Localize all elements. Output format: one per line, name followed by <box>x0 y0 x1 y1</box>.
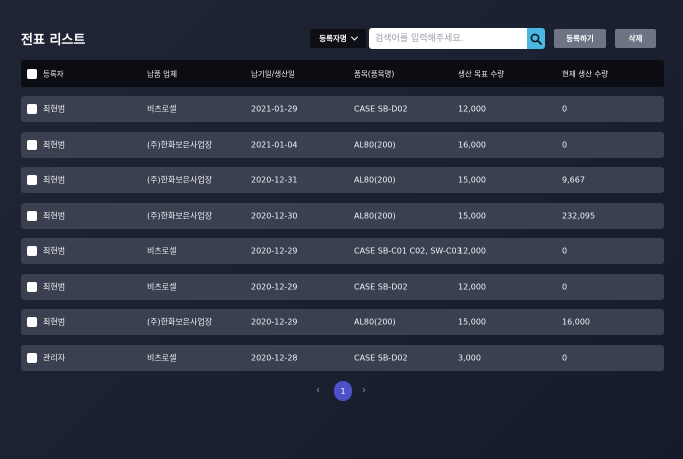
row-checkbox[interactable] <box>27 282 37 292</box>
search-input[interactable] <box>369 28 527 49</box>
column-header-supplier: 납품 업체 <box>147 69 177 78</box>
cell-supplier: 비츠로셀 <box>147 353 177 363</box>
cell-current-qty: 0 <box>562 246 568 256</box>
table-row[interactable]: 관리자 비츠로셀 2020-12-28 CASE SB-D02 3,000 0 <box>21 345 664 371</box>
cell-due-date: 2020-12-31 <box>251 175 298 185</box>
table-row[interactable]: 최현범 비츠로셀 2020-12-29 CASE SB-C01 C02, SW-… <box>21 238 664 264</box>
cell-registrant: 최현범 <box>43 211 66 221</box>
cell-current-qty: 232,095 <box>562 211 596 221</box>
cell-current-qty: 0 <box>562 140 568 150</box>
page-title: 전표 리스트 <box>21 33 86 48</box>
cell-registrant: 최현범 <box>43 140 66 150</box>
pagination: ‹ 1 › <box>0 381 683 401</box>
cell-supplier: (주)한화보은사업장 <box>147 140 213 150</box>
pagination-page-1[interactable]: 1 <box>334 381 352 401</box>
cell-current-qty: 0 <box>562 282 568 292</box>
cell-supplier: (주)한화보은사업장 <box>147 317 213 327</box>
cell-item: CASE SB-C01 C02, SW-C03 <box>354 246 462 256</box>
column-header-current-qty: 현재 생산 수량 <box>562 69 609 78</box>
search-field-select[interactable]: 등록자명 <box>310 29 366 48</box>
cell-supplier: 비츠로셀 <box>147 104 177 114</box>
table-header: 등록자 납품 업체 납기일/생산일 품목(품목명) 생산 목표 수량 현재 생산… <box>21 60 664 87</box>
cell-current-qty: 0 <box>562 353 568 363</box>
cell-due-date: 2021-01-29 <box>251 104 298 114</box>
cell-target-qty: 16,000 <box>458 140 486 150</box>
cell-current-qty: 9,667 <box>562 175 585 185</box>
cell-due-date: 2020-12-29 <box>251 317 298 327</box>
cell-target-qty: 12,000 <box>458 104 486 114</box>
column-header-due-date: 납기일/생산일 <box>251 69 295 78</box>
table-row[interactable]: 최현범 (주)한화보은사업장 2020-12-31 AL80(200) 15,0… <box>21 167 664 193</box>
cell-item: AL80(200) <box>354 140 396 150</box>
pagination-prev-button[interactable]: ‹ <box>316 385 320 396</box>
table-row[interactable]: 최현범 (주)한화보은사업장 2020-12-30 AL80(200) 15,0… <box>21 203 664 229</box>
cell-target-qty: 15,000 <box>458 175 486 185</box>
row-checkbox[interactable] <box>27 140 37 150</box>
row-checkbox[interactable] <box>27 104 37 114</box>
row-checkbox[interactable] <box>27 317 37 327</box>
cell-due-date: 2021-01-04 <box>251 140 298 150</box>
table-row[interactable]: 최현범 (주)한화보은사업장 2021-01-04 AL80(200) 16,0… <box>21 132 664 158</box>
register-button[interactable]: 등록하기 <box>554 29 606 48</box>
search-button[interactable] <box>527 28 545 49</box>
row-checkbox[interactable] <box>27 211 37 221</box>
search-icon <box>530 33 542 45</box>
cell-due-date: 2020-12-28 <box>251 353 298 363</box>
cell-registrant: 최현범 <box>43 282 66 292</box>
search-box <box>369 28 545 49</box>
row-checkbox[interactable] <box>27 246 37 256</box>
cell-due-date: 2020-12-29 <box>251 282 298 292</box>
cell-supplier: 비츠로셀 <box>147 282 177 292</box>
column-header-item: 품목(품목명) <box>354 69 395 78</box>
cell-target-qty: 12,000 <box>458 246 486 256</box>
chevron-down-icon <box>350 33 358 41</box>
table-row[interactable]: 최현범 비츠로셀 2020-12-29 CASE SB-D02 12,000 0 <box>21 274 664 300</box>
cell-registrant: 관리자 <box>43 353 66 363</box>
cell-target-qty: 12,000 <box>458 282 486 292</box>
cell-current-qty: 0 <box>562 104 568 114</box>
cell-due-date: 2020-12-29 <box>251 246 298 256</box>
cell-item: AL80(200) <box>354 317 396 327</box>
cell-registrant: 최현범 <box>43 175 66 185</box>
select-all-checkbox[interactable] <box>27 68 37 79</box>
table-row[interactable]: 최현범 (주)한화보은사업장 2020-12-29 AL80(200) 15,0… <box>21 309 664 335</box>
row-checkbox[interactable] <box>27 353 37 363</box>
column-header-target-qty: 생산 목표 수량 <box>458 69 505 78</box>
cell-target-qty: 3,000 <box>458 353 481 363</box>
cell-supplier: 비츠로셀 <box>147 246 177 256</box>
search-toolbar: 등록자명 <box>310 28 545 49</box>
cell-registrant: 최현범 <box>43 104 66 114</box>
cell-supplier: (주)한화보은사업장 <box>147 175 213 185</box>
cell-item: CASE SB-D02 <box>354 353 408 363</box>
cell-registrant: 최현범 <box>43 246 66 256</box>
table-row[interactable]: 최현범 비츠로셀 2021-01-29 CASE SB-D02 12,000 0 <box>21 96 664 122</box>
cell-item: AL80(200) <box>354 175 396 185</box>
search-field-select-value: 등록자명 <box>319 34 347 43</box>
cell-target-qty: 15,000 <box>458 211 486 221</box>
cell-current-qty: 16,000 <box>562 317 590 327</box>
delete-button[interactable]: 삭제 <box>615 29 656 48</box>
cell-supplier: (주)한화보은사업장 <box>147 211 213 221</box>
column-header-registrant: 등록자 <box>43 69 64 78</box>
cell-due-date: 2020-12-30 <box>251 211 298 221</box>
cell-target-qty: 15,000 <box>458 317 486 327</box>
pagination-next-button[interactable]: › <box>362 385 366 396</box>
cell-item: AL80(200) <box>354 211 396 221</box>
row-checkbox[interactable] <box>27 175 37 185</box>
cell-item: CASE SB-D02 <box>354 104 408 114</box>
cell-registrant: 최현범 <box>43 317 66 327</box>
cell-item: CASE SB-D02 <box>354 282 408 292</box>
